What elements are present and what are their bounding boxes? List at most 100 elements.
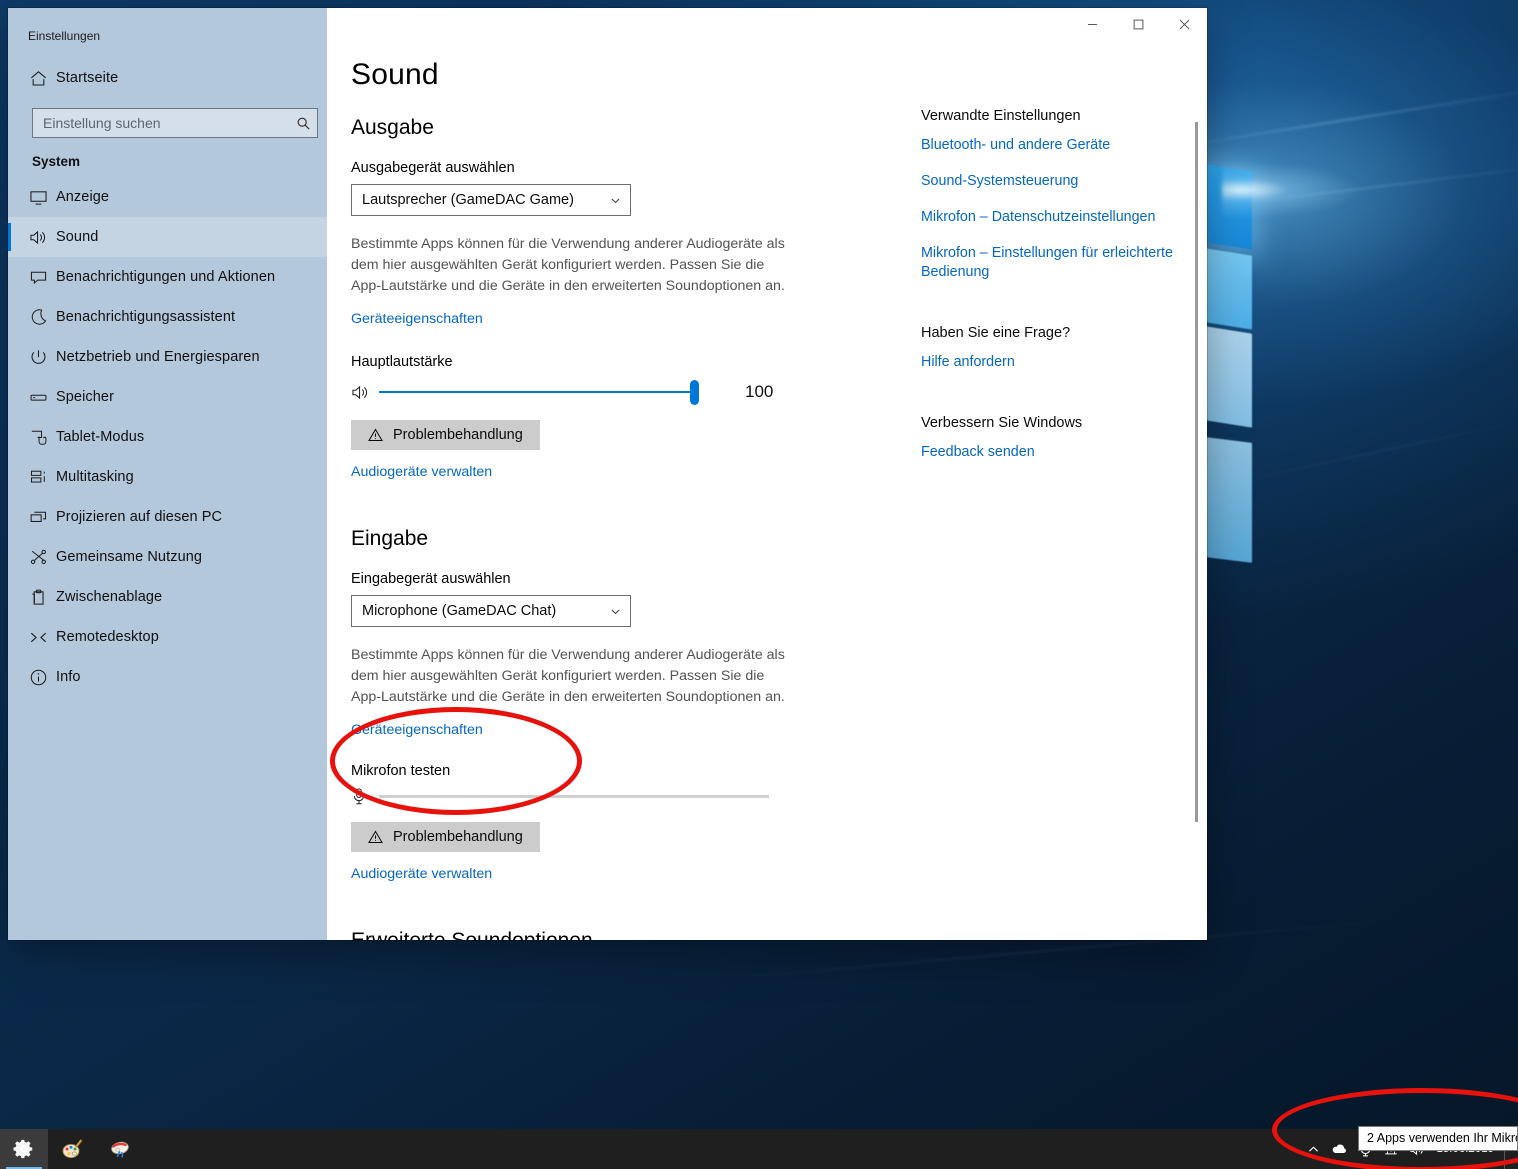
chevron-up-icon[interactable] [1300,1129,1326,1169]
send-feedback-link[interactable]: Feedback senden [921,443,1181,462]
input-device-properties-link[interactable]: Geräteeigenschaften [351,722,483,738]
input-troubleshoot-button[interactable]: Problembehandlung [351,822,540,852]
sidebar-item-label: Info [56,669,81,685]
paint-taskbar-button[interactable] [48,1129,96,1169]
tray-tooltip: 2 Apps verwenden Ihr Mikrofon [1358,1126,1518,1151]
slider-thumb[interactable] [690,379,699,405]
sidebar-item-label: Benachrichtigungen und Aktionen [56,269,276,285]
tablet-hand-icon [20,428,56,446]
master-volume-value: 100 [745,382,774,401]
sidebar-group-title: System [32,154,81,169]
info-icon [20,668,56,687]
taskbar: 15.06.2019 [0,1129,1518,1169]
close-button[interactable] [1161,8,1207,40]
sidebar-item-label: Gemeinsame Nutzung [56,549,203,565]
minimize-button[interactable] [1069,8,1115,40]
sidebar-item-label: Speicher [56,389,115,405]
remote-desktop-icon [20,629,56,646]
chat-bubble-icon [20,269,56,286]
sidebar-item-benachrichtigungsassistent[interactable]: Benachrichtigungsassistent [8,297,327,337]
get-help-link[interactable]: Hilfe anfordern [921,353,1181,372]
output-description: Bestimmte Apps können für die Verwendung… [351,236,785,294]
sidebar-item-sound[interactable]: Sound [8,217,327,257]
output-troubleshoot-button[interactable]: Problembehandlung [351,420,540,450]
output-troubleshoot-label: Problembehandlung [393,427,523,443]
speaker-icon [351,384,379,401]
sidebar-item-home-label: Startseite [56,70,119,86]
advanced-section-heading: Erweiterte Soundoptionen [351,929,1207,940]
sidebar-item-benachrichtigungen-und-aktionen[interactable]: Benachrichtigungen und Aktionen [8,257,327,297]
output-device-value: Lautsprecher (GameDAC Game) [362,192,574,208]
output-device-select[interactable]: Lautsprecher (GameDAC Game) [351,184,631,216]
search-box[interactable] [32,108,318,138]
test-microphone-label: Mikrofon testen [351,763,451,779]
settings-sidebar: Einstellungen Startseite Einstellung suc… [8,8,327,940]
input-device-select[interactable]: Microphone (GameDAC Chat) [351,595,631,627]
related-settings-link[interactable]: Bluetooth- und andere Geräte [921,136,1181,155]
sidebar-item-gemeinsame-nutzung[interactable]: Gemeinsame Nutzung [8,537,327,577]
windows-logo-pane [1206,326,1252,428]
wallpaper-streak [1239,417,1518,482]
sidebar-item-label: Sound [56,229,99,245]
sidebar-item-label: Netzbetrieb und Energiesparen [56,349,260,365]
microphone-level-row [351,787,1207,806]
page-title: Sound [351,58,439,91]
chevron-down-icon [609,194,622,207]
input-troubleshoot-label: Problembehandlung [393,829,523,845]
sidebar-item-label: Remotedesktop [56,629,159,645]
input-device-value: Microphone (GameDAC Chat) [362,603,557,619]
settings-taskbar-button[interactable] [0,1129,48,1169]
input-section-heading: Eingabe [351,527,429,550]
windows-logo-pane [1206,437,1252,563]
share-icon [20,548,56,566]
paint3d-taskbar-button[interactable] [96,1129,144,1169]
desktop: Einstellungen Startseite Einstellung suc… [0,0,1518,1169]
warning-triangle-icon [368,830,383,844]
taskbar-buttons [0,1129,144,1169]
settings-content: Sound Ausgabe Ausgabegerät auswählen Lau… [327,8,1207,940]
search-input[interactable] [33,109,283,137]
sidebar-item-label: Zwischenablage [56,589,163,605]
window-controls [1069,8,1207,40]
sidebar-item-list: Anzeige Sound Benachrichtigungen und Aktio… [8,177,327,697]
sidebar-item-tablet-modus[interactable]: Tablet-Modus [8,417,327,457]
sidebar-item-projizieren-auf-diesen-pc[interactable]: Projizieren auf diesen PC [8,497,327,537]
related-settings-link[interactable]: Mikrofon – Datenschutzeinstellungen [921,208,1181,227]
microphone-icon [351,787,379,806]
input-description: Bestimmte Apps können für die Verwendung… [351,647,785,705]
sidebar-item-label: Tablet-Modus [56,429,145,445]
sidebar-item-multitasking[interactable]: Multitasking [8,457,327,497]
master-volume-slider[interactable] [379,379,699,405]
maximize-button[interactable] [1115,8,1161,40]
sidebar-item-speicher[interactable]: Speicher [8,377,327,417]
app-title: Einstellungen [28,29,101,43]
output-device-properties-link[interactable]: Geräteeigenschaften [351,311,483,327]
cloud-icon[interactable] [1326,1129,1352,1169]
sidebar-search-wrap [8,100,327,140]
input-manage-devices-link[interactable]: Audiogeräte verwalten [351,866,492,882]
output-manage-devices-link[interactable]: Audiogeräte verwalten [351,464,492,480]
sidebar-item-netzbetrieb-und-energiesparen[interactable]: Netzbetrieb und Energiesparen [8,337,327,377]
drive-icon [20,391,56,404]
sidebar-item-label: Anzeige [56,189,110,205]
chevron-down-icon [609,605,622,618]
sidebar-item-home[interactable]: Startseite [8,56,327,100]
sidebar-item-label: Projizieren auf diesen PC [56,509,223,525]
sidebar-item-info[interactable]: Info [8,657,327,697]
related-settings-link[interactable]: Mikrofon – Einstellungen für erleichtert… [921,244,1181,282]
speaker-icon [20,229,56,246]
sidebar-item-remotedesktop[interactable]: Remotedesktop [8,617,327,657]
sidebar-item-anzeige[interactable]: Anzeige [8,177,327,217]
improve-windows-heading: Verbessern Sie Windows [921,415,1083,431]
clipboard-icon [20,588,56,607]
wallpaper-light-flare [1222,160,1372,220]
search-icon[interactable] [296,109,311,137]
sidebar-item-zwischenablage[interactable]: Zwischenablage [8,577,327,617]
sidebar-item-label: Multitasking [56,469,134,485]
project-icon [20,509,56,526]
input-device-label: Eingabegerät auswählen [351,571,511,587]
vertical-scrollbar[interactable] [1195,122,1198,822]
related-settings-link[interactable]: Sound-Systemsteuerung [921,172,1181,191]
